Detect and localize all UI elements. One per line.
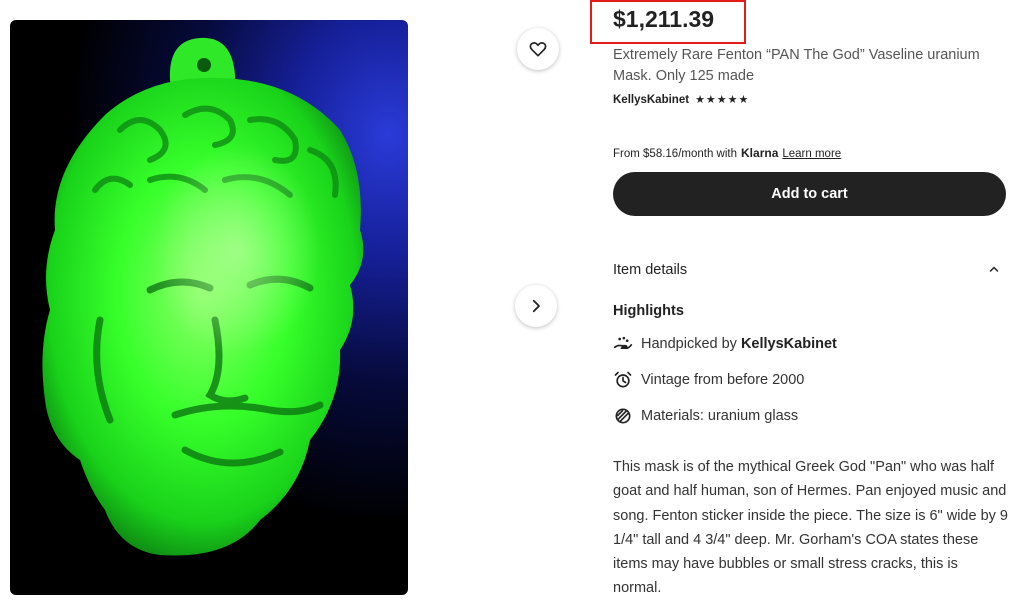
financing-text: From $58.16/month with [613, 148, 738, 160]
add-to-cart-button[interactable]: Add to cart [613, 172, 1006, 216]
highlight-vintage: Vintage from before 2000 [613, 370, 804, 390]
item-details-toggle[interactable]: Item details [613, 262, 687, 278]
item-description: This mask is of the mythical Greek God "… [613, 459, 1008, 597]
materials-text: Materials: uranium glass [641, 408, 799, 424]
uranium-glass-mask-illustration [42, 37, 364, 556]
handpicked-shop-link[interactable]: KellysKabinet [741, 336, 837, 352]
product-price: $1,211.39 [613, 6, 715, 32]
favorite-button[interactable] [517, 28, 559, 70]
next-image-button[interactable] [515, 285, 557, 327]
vintage-text: Vintage from before 2000 [641, 372, 805, 388]
shop-row: KellysKabinet ★★★★★ [613, 93, 749, 107]
heart-icon [529, 42, 547, 57]
handpicked-text: Handpicked by [641, 336, 737, 352]
item-details-collapse[interactable] [988, 262, 1000, 278]
learn-more-link[interactable]: Learn more [782, 148, 841, 160]
product-title: Extremely Rare Fenton “PAN The God” Vase… [613, 47, 980, 84]
alarm-clock-icon [614, 371, 632, 388]
klarna-logo: Klarna [741, 146, 779, 160]
product-image[interactable] [10, 20, 408, 595]
materials-icon [615, 408, 631, 424]
hand-icon [613, 336, 633, 349]
highlights-heading: Highlights [613, 303, 684, 319]
financing-row: From $58.16/month with Klarna Learn more [613, 146, 841, 160]
highlight-handpicked: Handpicked by KellysKabinet [613, 334, 837, 354]
rating-stars[interactable]: ★★★★★ [695, 93, 749, 106]
chevron-up-icon [989, 266, 999, 272]
chevron-right-icon [532, 299, 540, 313]
shop-name-link[interactable]: KellysKabinet [613, 94, 689, 106]
highlight-materials: Materials: uranium glass [613, 406, 798, 426]
